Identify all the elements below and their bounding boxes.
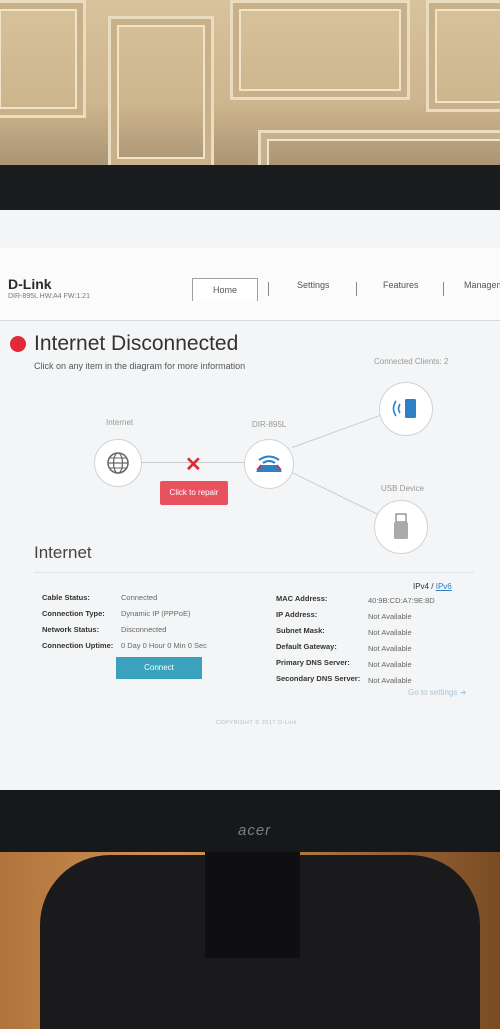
wall-panel xyxy=(230,0,410,100)
repair-button[interactable]: Click to repair xyxy=(160,481,228,505)
copyright: COPYRIGHT © 2017 D-Link xyxy=(216,720,297,726)
usb-label: USB Device xyxy=(381,484,425,493)
ip-address-label: IP Address: xyxy=(276,610,318,619)
internet-node-label: Internet xyxy=(106,418,134,427)
tab-management[interactable]: Managem xyxy=(464,280,500,290)
wall-panel xyxy=(426,0,500,112)
go-to-settings-link[interactable]: Go to settings ➜ xyxy=(408,688,466,697)
wall-panel xyxy=(108,16,214,168)
internet-node[interactable] xyxy=(94,439,142,487)
diagram-link xyxy=(292,412,387,448)
secondary-dns-value: Not Available xyxy=(368,676,412,685)
monitor-bezel-top xyxy=(0,165,500,213)
ipv6-link[interactable]: IPv6 xyxy=(436,582,452,591)
usb-drive-icon xyxy=(394,513,408,539)
primary-dns-value: Not Available xyxy=(368,660,412,669)
ipv4-label[interactable]: IPv4 xyxy=(413,582,429,591)
tab-features[interactable]: Features xyxy=(383,280,419,290)
status-hint: Click on any item in the diagram for mor… xyxy=(34,361,246,371)
router-web-ui: D-Link DIR-895L HW:A4 FW:1.21 Home Setti… xyxy=(0,210,500,790)
globe-icon xyxy=(107,452,129,474)
wall-panel xyxy=(0,0,86,118)
uptime-label: Connection Uptime: xyxy=(42,641,114,650)
router-icon xyxy=(256,455,282,472)
section-divider xyxy=(34,572,474,573)
cable-status-value: Connected xyxy=(121,593,158,602)
tab-divider xyxy=(443,282,444,296)
network-status-label: Network Status: xyxy=(42,625,100,634)
mac-address-label: MAC Address: xyxy=(276,594,328,603)
clients-label: Connected Clients: 2 xyxy=(374,357,449,366)
cable-status-label: Cable Status: xyxy=(42,593,90,602)
usb-node[interactable] xyxy=(374,500,428,554)
router-node-label: DIR-895L xyxy=(252,420,287,429)
secondary-dns-label: Secondary DNS Server: xyxy=(276,674,361,683)
router-node[interactable] xyxy=(244,439,294,489)
ip-version-switch: IPv4 / IPv6 xyxy=(413,582,452,591)
dlink-logo[interactable]: D-Link xyxy=(8,276,52,292)
ip-address-value: Not Available xyxy=(368,612,412,621)
monitor-stand-neck xyxy=(205,848,300,958)
default-gateway-value: Not Available xyxy=(368,644,412,653)
network-status-value: Disconnected xyxy=(121,625,167,634)
tab-home[interactable]: Home xyxy=(192,278,258,301)
clients-node[interactable] xyxy=(379,382,433,436)
tab-settings[interactable]: Settings xyxy=(297,280,330,290)
status-title: Internet Disconnected xyxy=(34,332,239,355)
connection-type-value: Dynamic IP (PPPoE) xyxy=(121,609,191,618)
default-gateway-label: Default Gateway: xyxy=(276,642,337,651)
subnet-mask-value: Not Available xyxy=(368,628,412,637)
model-info: DIR-895L HW:A4 FW:1.21 xyxy=(8,293,90,300)
diagram-link xyxy=(291,472,382,517)
ipv-separator: / xyxy=(431,582,434,591)
mac-address-value: 40:9B:CD:A7:9E:8D xyxy=(368,596,435,605)
primary-dns-label: Primary DNS Server: xyxy=(276,658,350,667)
device-icon xyxy=(392,399,416,418)
tab-divider xyxy=(268,282,269,296)
subnet-mask-label: Subnet Mask: xyxy=(276,626,325,635)
disconnect-x-icon: ✕ xyxy=(185,454,202,476)
tab-divider xyxy=(356,282,357,296)
internet-section-title: Internet xyxy=(34,543,92,562)
uptime-value: 0 Day 0 Hour 0 Min 0 Sec xyxy=(121,641,207,650)
monitor-brand: acer xyxy=(238,822,272,839)
connection-type-label: Connection Type: xyxy=(42,609,105,618)
monitor-bezel-bottom xyxy=(0,790,500,852)
connect-button[interactable]: Connect xyxy=(116,657,202,679)
status-indicator xyxy=(10,336,26,352)
